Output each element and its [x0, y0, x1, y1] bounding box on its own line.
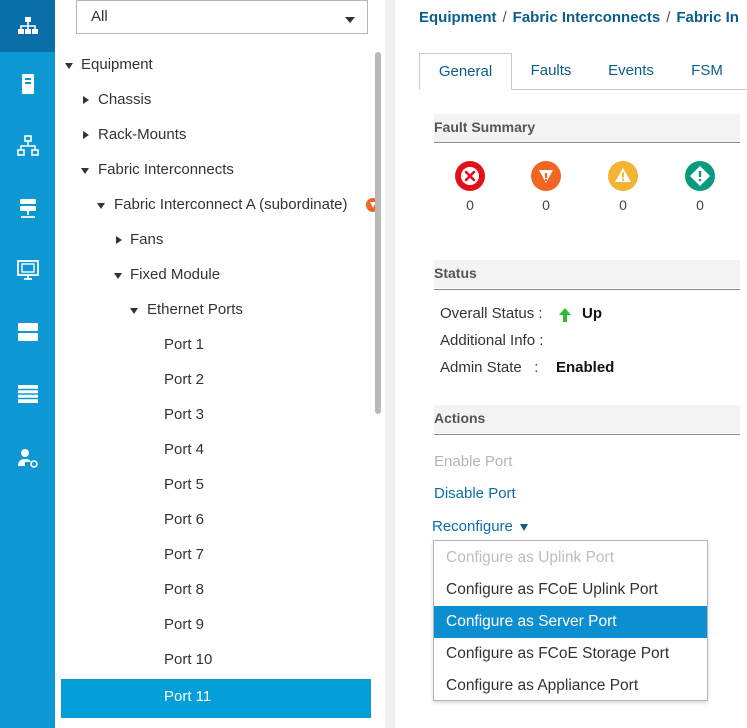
tree-filter-select[interactable]: All: [76, 0, 368, 34]
collapsed-icon[interactable]: [83, 131, 89, 139]
major-fault-count: 0: [542, 197, 550, 213]
breadcrumb-separator: /: [666, 9, 671, 26]
expanded-icon[interactable]: [97, 203, 105, 209]
expanded-icon[interactable]: [130, 308, 138, 314]
breadcrumb-fabric-interconnects[interactable]: Fabric Interconnects: [513, 9, 661, 26]
overall-status-label: Overall Status :: [440, 305, 543, 322]
additional-info-label: Additional Info :: [440, 332, 544, 349]
warning-fault-count: 0: [696, 197, 704, 213]
caret-down-icon: [520, 523, 529, 531]
tree-node-fixed-module[interactable]: Fixed Module: [130, 264, 220, 286]
admin-state-label: Admin State :: [440, 359, 539, 376]
status-up-arrow-icon: [559, 308, 571, 322]
tree-node-equipment[interactable]: Equipment: [81, 54, 153, 76]
minor-fault-count: 0: [619, 197, 627, 213]
section-divider: [434, 289, 740, 290]
tree-node-port[interactable]: Port 5: [164, 474, 204, 496]
tab-events[interactable]: Events: [598, 53, 664, 90]
tree-node-fans[interactable]: Fans: [130, 229, 163, 251]
tree-node-ethernet-ports[interactable]: Ethernet Ports: [147, 299, 243, 321]
overall-status-value: Up: [582, 305, 602, 322]
expanded-icon[interactable]: [65, 63, 73, 69]
major-fault-icon[interactable]: [530, 160, 562, 192]
tree-node-port[interactable]: Port 3: [164, 404, 204, 426]
storage-icon[interactable]: [0, 306, 55, 358]
warning-fault-icon[interactable]: [684, 160, 716, 192]
tab-general[interactable]: General: [419, 53, 512, 90]
enable-port-link[interactable]: Enable Port: [434, 453, 512, 470]
tab-fsm[interactable]: FSM: [680, 53, 734, 90]
admin-state-value: Enabled: [556, 359, 615, 376]
tree-node-port[interactable]: Port 8: [164, 579, 204, 601]
actions-title: Actions: [434, 410, 486, 426]
tree-node-port[interactable]: Port 4: [164, 439, 204, 461]
pane-splitter[interactable]: [385, 0, 395, 728]
equipment-icon[interactable]: [0, 0, 55, 52]
tree-node-port[interactable]: Port 6: [164, 509, 204, 531]
vm-icon[interactable]: [0, 244, 55, 296]
tree-node-fabric-interconnects[interactable]: Fabric Interconnects: [98, 159, 234, 181]
fault-summary-title: Fault Summary: [434, 119, 536, 135]
breadcrumb-fabric-interconnect[interactable]: Fabric In: [676, 9, 739, 26]
critical-fault-count: 0: [466, 197, 474, 213]
expanded-icon[interactable]: [81, 168, 89, 174]
breadcrumb-separator: /: [502, 9, 507, 26]
minor-fault-icon[interactable]: [607, 160, 639, 192]
admin-icon[interactable]: [0, 432, 55, 484]
breadcrumb: Equipment / Fabric Interconnects / Fabric In: [419, 9, 739, 26]
menu-item-appliance-port[interactable]: Configure as Appliance Port: [434, 670, 707, 702]
tree-node-chassis[interactable]: Chassis: [98, 89, 151, 111]
expanded-icon[interactable]: [114, 273, 122, 279]
tree-node-port[interactable]: Port 9: [164, 614, 204, 636]
filter-value: All: [91, 8, 108, 25]
reconfigure-menu: Configure as Uplink Port Configure as FC…: [433, 540, 708, 701]
section-divider: [434, 434, 740, 435]
lan-icon[interactable]: [0, 120, 55, 172]
tree-node-fabric-interconnect-a[interactable]: Fabric Interconnect A (subordinate): [114, 194, 347, 216]
tree-node-port[interactable]: Port 10: [164, 649, 212, 671]
san-icon[interactable]: [0, 182, 55, 234]
reconfigure-label: Reconfigure: [432, 518, 513, 535]
menu-item-uplink-port[interactable]: Configure as Uplink Port: [434, 542, 707, 574]
tree-node-rack-mounts[interactable]: Rack-Mounts: [98, 124, 186, 146]
collapsed-icon[interactable]: [116, 236, 122, 244]
tree-node-port[interactable]: Port 2: [164, 369, 204, 391]
menu-item-fcoe-storage-port[interactable]: Configure as FCoE Storage Port: [434, 638, 707, 670]
disable-port-link[interactable]: Disable Port: [434, 485, 516, 502]
chevron-down-icon: [345, 17, 355, 23]
tab-faults[interactable]: Faults: [520, 53, 582, 90]
critical-fault-icon[interactable]: [454, 160, 486, 192]
tree-node-port-selected[interactable]: Port 11: [164, 686, 211, 708]
nav-rail: [0, 0, 55, 728]
reconfigure-link[interactable]: Reconfigure: [432, 518, 529, 535]
menu-item-fcoe-uplink-port[interactable]: Configure as FCoE Uplink Port: [434, 574, 707, 606]
chassis-list-icon[interactable]: [0, 368, 55, 420]
tree-scrollbar[interactable]: [375, 52, 381, 414]
collapsed-icon[interactable]: [83, 96, 89, 104]
status-title: Status: [434, 265, 477, 281]
menu-item-server-port[interactable]: Configure as Server Port: [434, 606, 707, 638]
breadcrumb-equipment[interactable]: Equipment: [419, 9, 497, 26]
tree-selection-highlight: [61, 679, 371, 718]
server-icon[interactable]: [0, 58, 55, 110]
status-header-bg: [434, 260, 740, 288]
tree-node-port[interactable]: Port 7: [164, 544, 204, 566]
tree-node-port[interactable]: Port 1: [164, 334, 204, 356]
section-divider: [434, 142, 740, 143]
